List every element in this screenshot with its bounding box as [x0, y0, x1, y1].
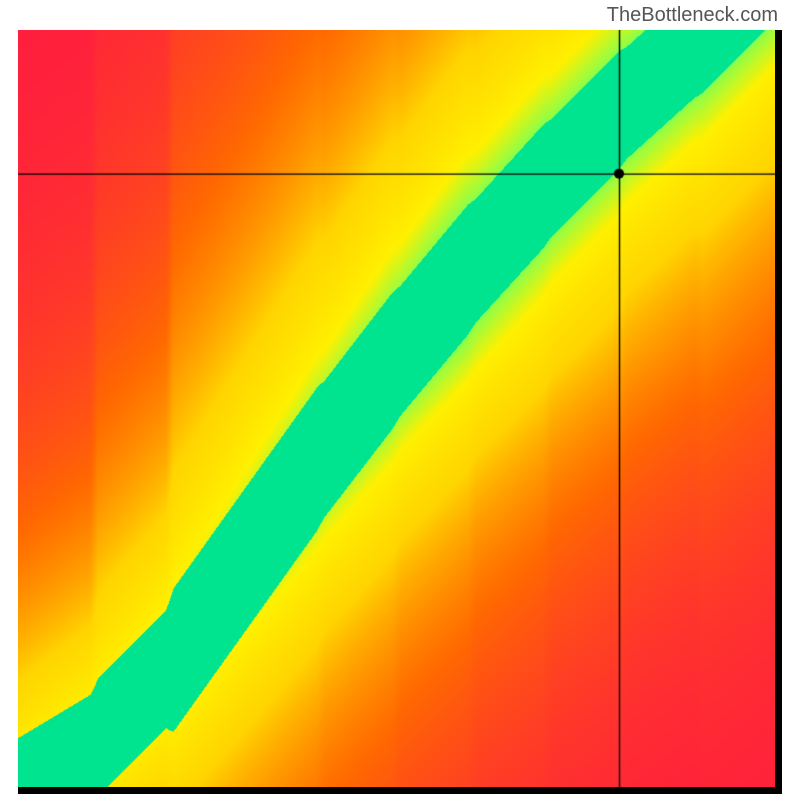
heatmap-plot [18, 30, 782, 794]
watermark-text: TheBottleneck.com [607, 4, 778, 27]
